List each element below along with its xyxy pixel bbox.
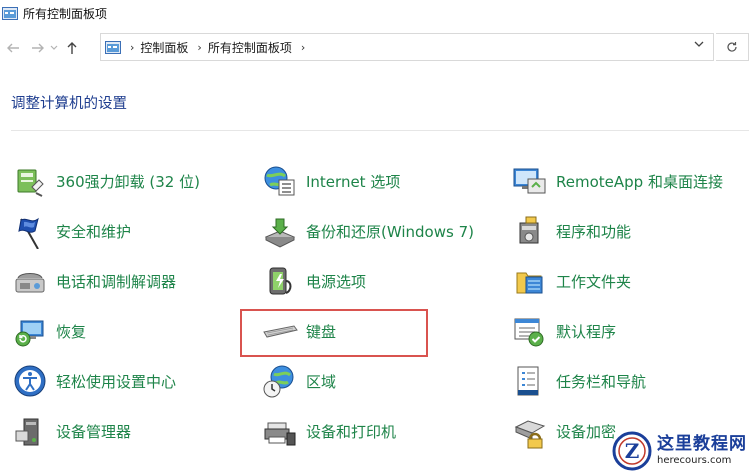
taskbar-icon: [517, 366, 539, 396]
watermark: Z 这里教程网 herecours.com: [612, 428, 749, 474]
divider: [11, 130, 749, 131]
item-label: Internet 选项: [306, 172, 401, 191]
item-label: 设备管理器: [56, 422, 132, 441]
region-icon: [263, 365, 294, 398]
item-internet-options[interactable]: Internet 选项: [262, 163, 400, 199]
item-label: 工作文件夹: [556, 272, 632, 291]
breadcrumb-control-panel[interactable]: 控制面板: [140, 39, 188, 56]
item-power-options[interactable]: 电源选项: [262, 263, 366, 299]
encryption-icon: [514, 420, 546, 449]
phone-modem-icon: [15, 273, 45, 293]
back-button[interactable]: [4, 37, 22, 59]
backup-icon: [264, 218, 296, 248]
item-programs-features[interactable]: 程序和功能: [512, 213, 631, 249]
programs-icon: [519, 216, 539, 244]
item-device-encryption[interactable]: 设备加密: [512, 413, 616, 449]
control-panel-small-icon: [105, 40, 121, 54]
arrow-left-icon: [7, 43, 19, 53]
item-label: 安全和维护: [56, 222, 132, 241]
item-label: 恢复: [56, 322, 87, 341]
arrow-right-icon: [32, 43, 44, 53]
item-security-maintenance[interactable]: 安全和维护: [12, 213, 131, 249]
address-dropdown-icon[interactable]: [694, 41, 704, 48]
remoteapp-icon: [513, 168, 546, 194]
recent-locations-button[interactable]: [48, 37, 60, 59]
power-icon: [269, 267, 292, 295]
default-programs-icon: [514, 318, 544, 347]
arrow-up-icon: [67, 42, 77, 54]
item-label: 区域: [306, 372, 337, 391]
printer-icon: [264, 422, 296, 446]
item-360-uninstall[interactable]: 360强力卸载 (32 位): [12, 163, 200, 199]
recovery-icon: [15, 320, 44, 347]
forward-button[interactable]: [29, 37, 47, 59]
watermark-logo: Z: [612, 431, 652, 471]
item-label: 默认程序: [556, 322, 617, 341]
breadcrumb-separator-icon[interactable]: ›: [301, 41, 305, 54]
item-recovery[interactable]: 恢复: [12, 313, 86, 349]
uninstall-icon: [17, 169, 44, 197]
item-label: 设备和打印机: [306, 422, 397, 441]
watermark-url: herecours.com: [657, 455, 732, 466]
item-label: 程序和功能: [556, 222, 632, 241]
device-manager-icon: [15, 418, 39, 446]
item-label: 设备加密: [556, 422, 617, 441]
item-label: 360强力卸载 (32 位): [56, 172, 200, 191]
item-remoteapp[interactable]: RemoteApp 和桌面连接: [512, 163, 723, 199]
up-button[interactable]: [63, 37, 81, 59]
window-title: 所有控制面板项: [23, 6, 108, 21]
item-taskbar-navigation[interactable]: 任务栏和导航: [512, 363, 646, 399]
address-bar[interactable]: › 控制面板 › 所有控制面板项 ›: [100, 33, 714, 61]
item-label: 电话和调制解调器: [56, 272, 177, 291]
item-phone-modem[interactable]: 电话和调制解调器: [12, 263, 176, 299]
page-heading: 调整计算机的设置: [11, 96, 127, 112]
item-devices-printers[interactable]: 设备和打印机: [262, 413, 396, 449]
work-folders-icon: [516, 272, 543, 294]
refresh-button[interactable]: [716, 33, 749, 61]
item-default-programs[interactable]: 默认程序: [512, 313, 616, 349]
breadcrumb-separator-icon[interactable]: ›: [197, 41, 201, 54]
navigation-bar: › 控制面板 › 所有控制面板项 ›: [0, 32, 749, 64]
item-ease-of-access[interactable]: 轻松使用设置中心: [12, 363, 176, 399]
breadcrumb-separator-icon[interactable]: ›: [130, 41, 134, 54]
title-bar: 所有控制面板项: [0, 0, 749, 26]
ease-of-access-icon: [14, 365, 46, 397]
item-region[interactable]: 区域: [262, 363, 336, 399]
item-label: RemoteApp 和桌面连接: [556, 172, 723, 191]
internet-options-icon: [264, 166, 295, 196]
item-backup-restore[interactable]: 备份和还原(Windows 7): [262, 213, 474, 249]
highlight-box: [240, 309, 428, 357]
refresh-icon: [727, 42, 737, 52]
chevron-down-icon: [50, 45, 58, 50]
item-work-folders[interactable]: 工作文件夹: [512, 263, 631, 299]
watermark-letter: Z: [625, 439, 640, 463]
flag-icon: [18, 217, 39, 249]
item-device-manager[interactable]: 设备管理器: [12, 413, 131, 449]
watermark-chinese: 这里教程网: [657, 434, 747, 454]
item-label: 备份和还原(Windows 7): [306, 222, 474, 241]
item-label: 轻松使用设置中心: [56, 372, 177, 391]
breadcrumb-all-items[interactable]: 所有控制面板项: [208, 39, 292, 56]
item-label: 任务栏和导航: [556, 372, 647, 391]
control-panel-icon: [2, 6, 18, 20]
item-label: 电源选项: [306, 272, 367, 291]
